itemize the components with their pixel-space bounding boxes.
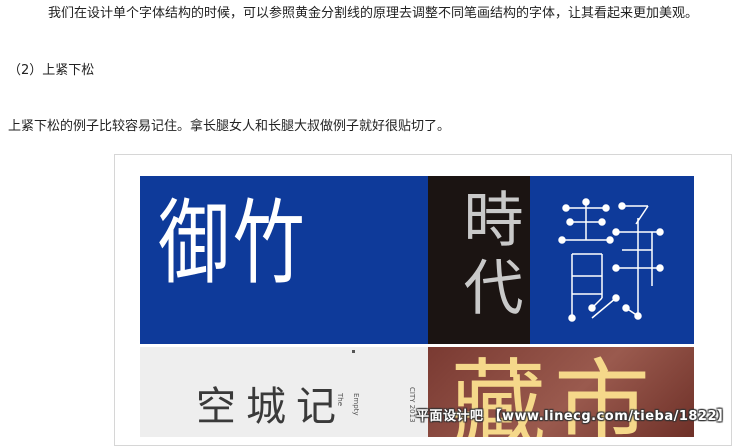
watermark-text: 平面设计吧 【www.linecg.com/tieba/1822】	[416, 409, 731, 424]
example-paragraph: 上紧下松的例子比较容易记住。拿长腿女人和长腿大叔做例子就好很贴切了。	[8, 119, 451, 134]
yuzhu-logo-text: 御竹	[158, 190, 308, 297]
jing-glyph-graphic	[558, 198, 664, 322]
kongchengji-panel: 空城记 The Empty CITY 2013	[140, 347, 428, 437]
intro-paragraph: 我们在设计单个字体结构的时候，可以参照黄金分割线的原理去调整不同笔画结构的字体，…	[48, 6, 699, 21]
kongchengji-city-year: CITY 2013	[408, 387, 416, 423]
kongchengji-text: 空城记	[196, 384, 346, 430]
jing-logo-panel: 静	[530, 176, 694, 344]
yuzhu-logo-panel: 御竹	[140, 176, 428, 344]
kongchengji-en-empty: Empty	[352, 393, 360, 416]
small-dot	[352, 350, 355, 353]
kongchengji-en-the: The	[336, 393, 344, 407]
shidai-logo-panel: 時代	[428, 176, 530, 344]
shidai-logo-text: 時代	[453, 188, 523, 324]
section-heading: （2）上紧下松	[8, 63, 95, 78]
cangshi-text: 藏市	[450, 349, 658, 437]
